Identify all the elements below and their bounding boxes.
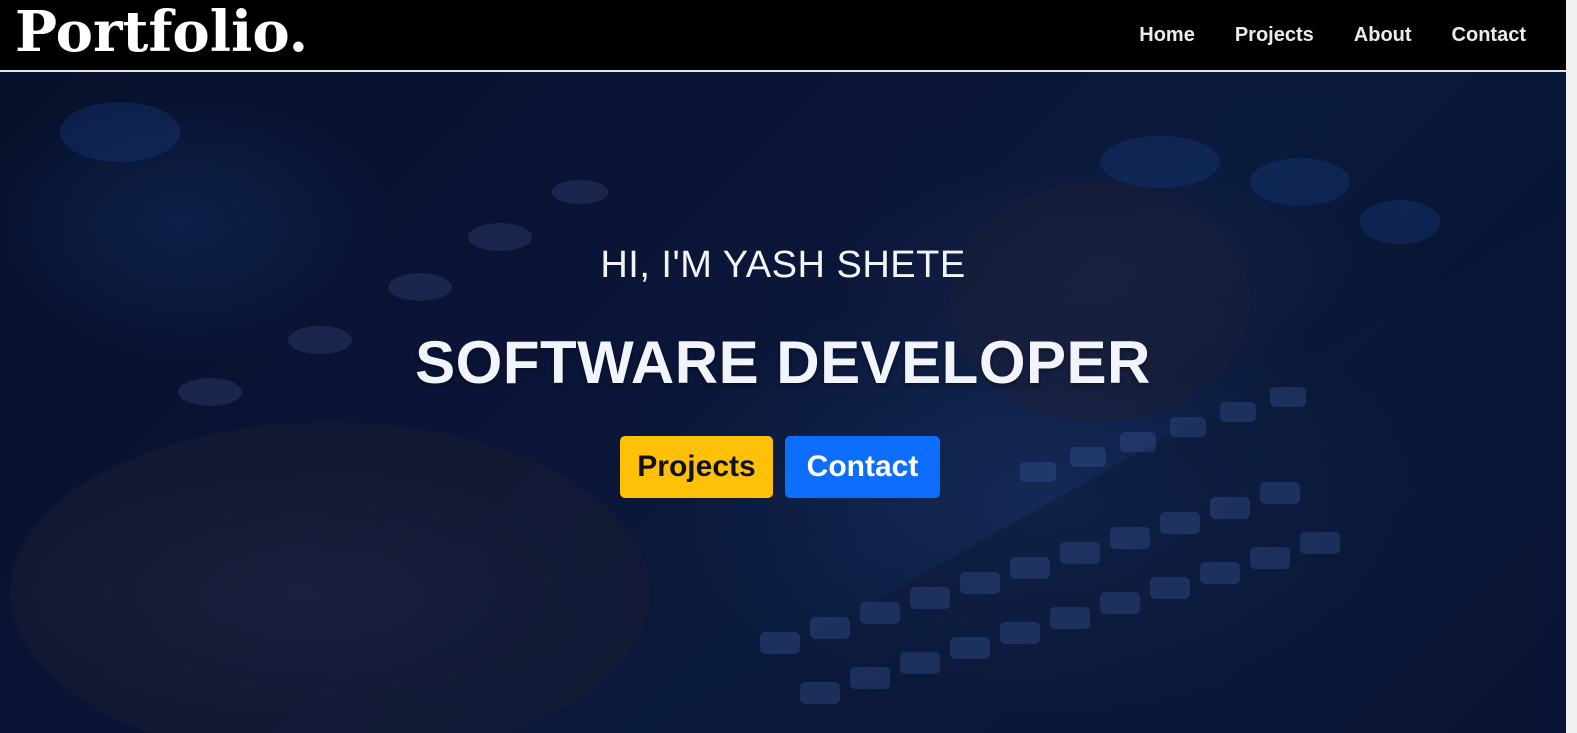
nav-link-home[interactable]: Home [1139,24,1195,47]
nav-links: Home Projects About Contact [1139,24,1526,47]
top-navbar: Portfolio. Home Projects About Contact [0,0,1566,72]
hero-content: HI, I'M YASH SHETE SOFTWARE DEVELOPER Pr… [0,72,1566,733]
projects-button[interactable]: Projects [620,436,773,498]
hero-cta-row: Projects Contact [620,436,940,498]
nav-link-about[interactable]: About [1354,24,1412,47]
brand-logo[interactable]: Portfolio. [15,4,308,60]
page-scrollbar[interactable] [1566,0,1577,733]
hero-greeting: HI, I'M YASH SHETE [600,244,966,286]
nav-link-projects[interactable]: Projects [1235,24,1314,47]
hero-section: HI, I'M YASH SHETE SOFTWARE DEVELOPER Pr… [0,72,1566,733]
contact-button[interactable]: Contact [785,436,940,498]
nav-link-contact[interactable]: Contact [1452,24,1526,47]
hero-role-title: SOFTWARE DEVELOPER [415,329,1151,396]
